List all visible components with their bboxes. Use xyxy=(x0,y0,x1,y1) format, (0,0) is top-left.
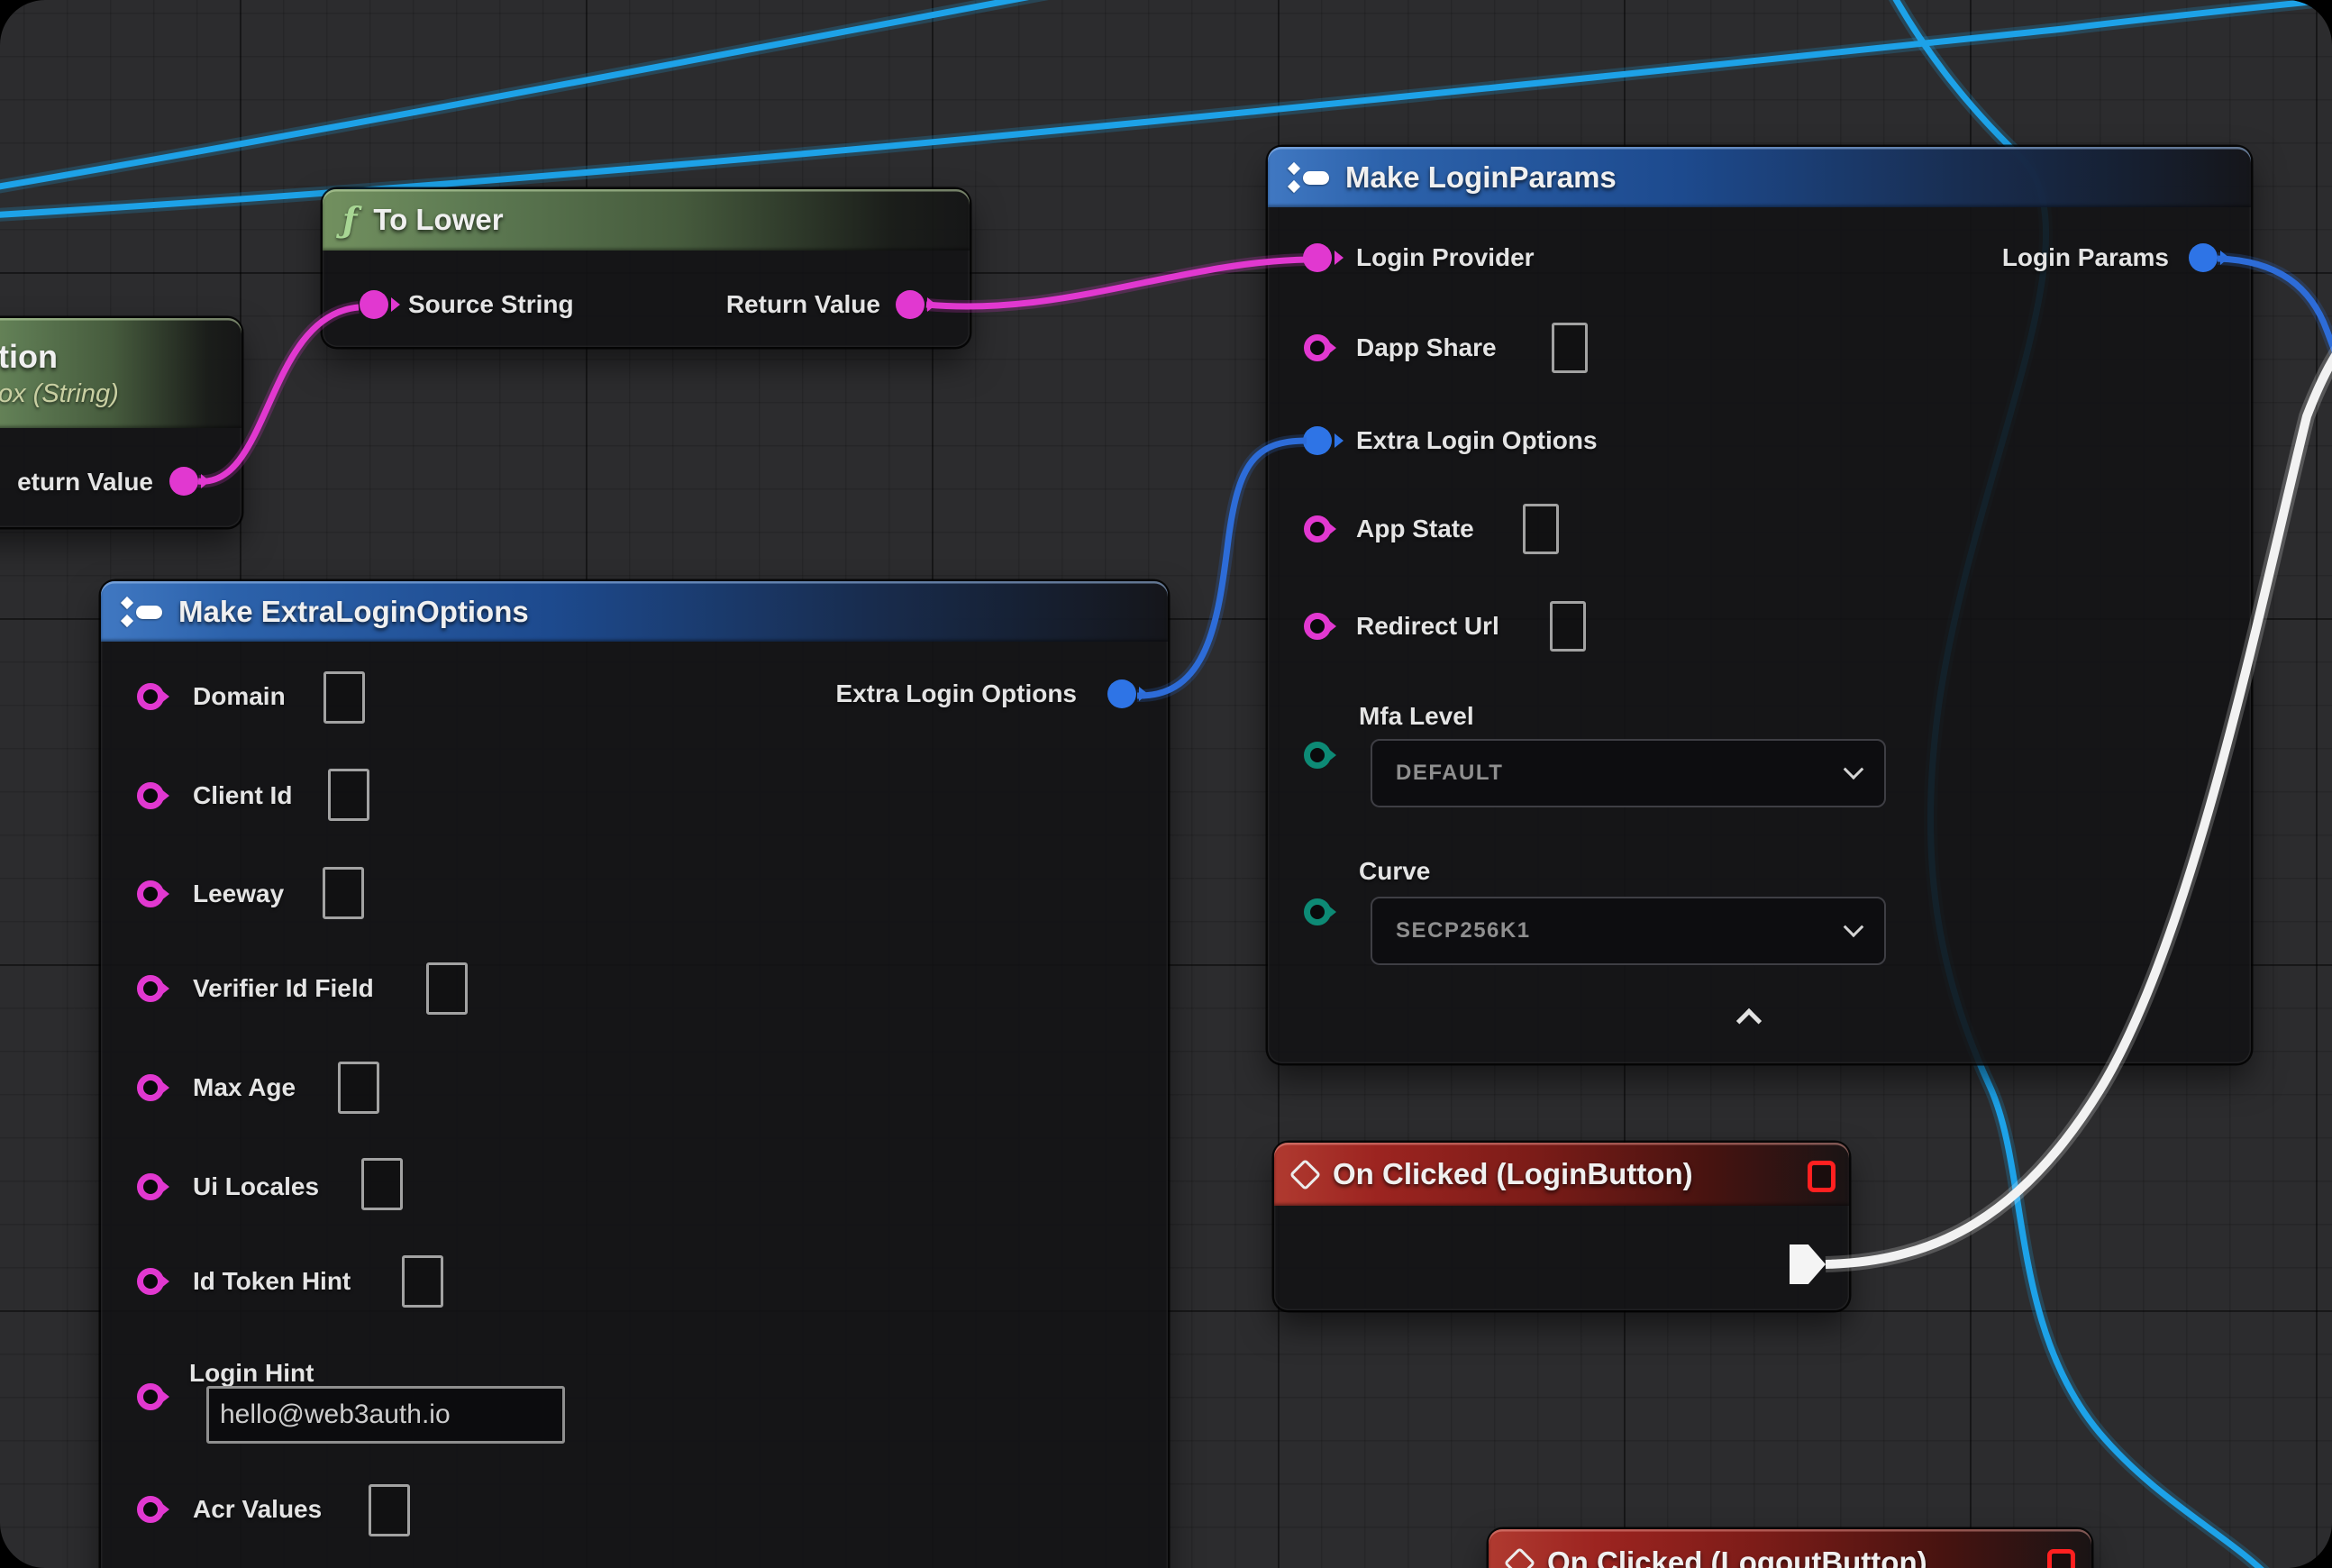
string-output-pin-icon[interactable] xyxy=(169,467,198,496)
node-to-lower[interactable]: ƒ To Lower Source String Return Value xyxy=(323,189,970,347)
delegate-square-icon[interactable] xyxy=(2047,1549,2075,1568)
node-header[interactable]: Make ExtraLoginOptions xyxy=(101,581,1168,642)
node-title: Make ExtraLoginOptions xyxy=(178,595,529,629)
node-on-clicked-login-button[interactable]: On Clicked (LoginButton) xyxy=(1274,1143,1849,1310)
blueprint-graph-canvas[interactable]: tion ox (String) eturn Value ƒ To Lower … xyxy=(0,0,2332,1568)
id-token-hint-value-field[interactable] xyxy=(402,1255,443,1308)
pin-label-extra-login-options-out: Extra Login Options xyxy=(835,679,1077,708)
struct-pin-extra-login-options-icon[interactable] xyxy=(1303,426,1332,455)
dapp-share-value-field[interactable] xyxy=(1552,323,1588,373)
string-pin-dapp-share-icon[interactable] xyxy=(1304,334,1331,361)
string-pin-app-state-icon[interactable] xyxy=(1304,515,1331,542)
node-make-login-params[interactable]: Make LoginParams Login Provider Login Pa… xyxy=(1268,147,2251,1063)
node-header[interactable]: tion ox (String) xyxy=(0,318,241,428)
ui-locales-value-field[interactable] xyxy=(361,1158,403,1210)
pin-label-id-token-hint: Id Token Hint xyxy=(193,1267,351,1296)
pin-label-curve: Curve xyxy=(1359,857,1430,886)
string-pin-leeway-icon[interactable] xyxy=(137,880,164,907)
verifier-id-field-value-field[interactable] xyxy=(426,962,468,1015)
pin-label-login-params-out: Login Params xyxy=(2002,243,2169,272)
node-header[interactable]: On Clicked (LoginButton) xyxy=(1274,1143,1849,1206)
pin-label-source-string: Source String xyxy=(408,290,574,319)
node-make-extra-login-options[interactable]: Make ExtraLoginOptions Extra Login Optio… xyxy=(101,581,1168,1568)
node-partial-text-function[interactable]: tion ox (String) eturn Value xyxy=(0,318,241,527)
string-pin-redirect-url-icon[interactable] xyxy=(1304,613,1331,640)
struct-output-pin-icon[interactable] xyxy=(1107,679,1136,708)
node-on-clicked-logout-button[interactable]: On Clicked (LogoutButton) xyxy=(1489,1529,2091,1568)
pin-label-leeway: Leeway xyxy=(193,880,284,908)
wire-decor-top-1 xyxy=(0,0,1180,191)
event-diamond-icon xyxy=(1504,1546,1535,1568)
string-output-pin-icon[interactable] xyxy=(896,290,925,319)
pin-label-acr-values: Acr Values xyxy=(193,1495,322,1524)
node-title: On Clicked (LoginButton) xyxy=(1333,1157,1693,1191)
collapse-pins-button[interactable] xyxy=(1738,1005,1760,1026)
exec-output-pin-icon[interactable] xyxy=(1790,1244,1826,1284)
pin-label-ui-locales: Ui Locales xyxy=(193,1172,319,1201)
node-title-fragment: tion xyxy=(0,338,58,376)
string-pin-login-provider-icon[interactable] xyxy=(1303,243,1332,272)
leeway-value-field[interactable] xyxy=(323,867,364,919)
domain-value-field[interactable] xyxy=(323,671,365,724)
string-pin-client-id-icon[interactable] xyxy=(137,782,164,809)
node-title: Make LoginParams xyxy=(1345,160,1617,195)
app-state-value-field[interactable] xyxy=(1523,504,1559,554)
pin-label-mfa-level: Mfa Level xyxy=(1359,702,1474,731)
node-header[interactable]: On Clicked (LogoutButton) xyxy=(1489,1529,2091,1568)
mfa-level-dropdown[interactable]: DEFAULT xyxy=(1371,739,1886,807)
acr-values-value-field[interactable] xyxy=(369,1484,410,1536)
enum-pin-curve-icon[interactable] xyxy=(1304,898,1331,925)
client-id-value-field[interactable] xyxy=(328,769,369,821)
string-pin-verifier-id-field-icon[interactable] xyxy=(137,975,164,1002)
node-header[interactable]: Make LoginParams xyxy=(1268,147,2251,207)
make-struct-icon xyxy=(121,595,162,629)
string-pin-id-token-hint-icon[interactable] xyxy=(137,1268,164,1295)
node-title: To Lower xyxy=(373,203,503,237)
pin-label-return-value: Return Value xyxy=(726,290,880,319)
curve-dropdown[interactable]: SECP256K1 xyxy=(1371,897,1886,965)
string-pin-max-age-icon[interactable] xyxy=(137,1074,164,1101)
pin-label-redirect-url: Redirect Url xyxy=(1356,612,1499,641)
curve-value: SECP256K1 xyxy=(1396,918,1531,944)
string-pin-ui-locales-icon[interactable] xyxy=(137,1173,164,1200)
max-age-value-field[interactable] xyxy=(338,1062,379,1114)
node-header[interactable]: ƒ To Lower xyxy=(323,189,970,251)
function-icon: ƒ xyxy=(342,203,357,237)
enum-pin-mfa-level-icon[interactable] xyxy=(1304,742,1331,769)
pin-label-login-hint: Login Hint xyxy=(189,1359,314,1388)
pin-label-login-provider: Login Provider xyxy=(1356,243,1535,272)
pin-label-client-id: Client Id xyxy=(193,781,292,810)
login-hint-text-input[interactable]: hello@web3auth.io xyxy=(206,1386,565,1444)
make-struct-icon xyxy=(1288,160,1329,195)
string-pin-acr-values-icon[interactable] xyxy=(137,1496,164,1523)
string-input-pin-icon[interactable] xyxy=(360,290,388,319)
pin-label-max-age: Max Age xyxy=(193,1073,296,1102)
chevron-down-icon xyxy=(1844,916,1864,937)
event-diamond-icon xyxy=(1289,1158,1321,1190)
redirect-url-value-field[interactable] xyxy=(1550,601,1586,652)
pin-label-return-value: eturn Value xyxy=(17,468,153,497)
node-title: On Clicked (LogoutButton) xyxy=(1547,1545,1927,1568)
node-subtitle-fragment: ox (String) xyxy=(0,379,119,409)
pin-label-verifier-id-field: Verifier Id Field xyxy=(193,974,374,1003)
delegate-square-icon[interactable] xyxy=(1808,1161,1836,1192)
pin-label-app-state: App State xyxy=(1356,515,1474,543)
string-pin-login-hint-icon[interactable] xyxy=(137,1383,164,1410)
string-pin-domain-icon[interactable] xyxy=(137,683,164,710)
wire-return-value-to-login-provider[interactable] xyxy=(926,260,1308,306)
chevron-down-icon xyxy=(1844,759,1864,779)
pin-label-extra-login-options: Extra Login Options xyxy=(1356,426,1598,455)
mfa-level-value: DEFAULT xyxy=(1396,761,1503,786)
struct-output-pin-icon[interactable] xyxy=(2189,243,2218,272)
pin-label-domain: Domain xyxy=(193,682,286,711)
pin-label-dapp-share: Dapp Share xyxy=(1356,333,1497,362)
